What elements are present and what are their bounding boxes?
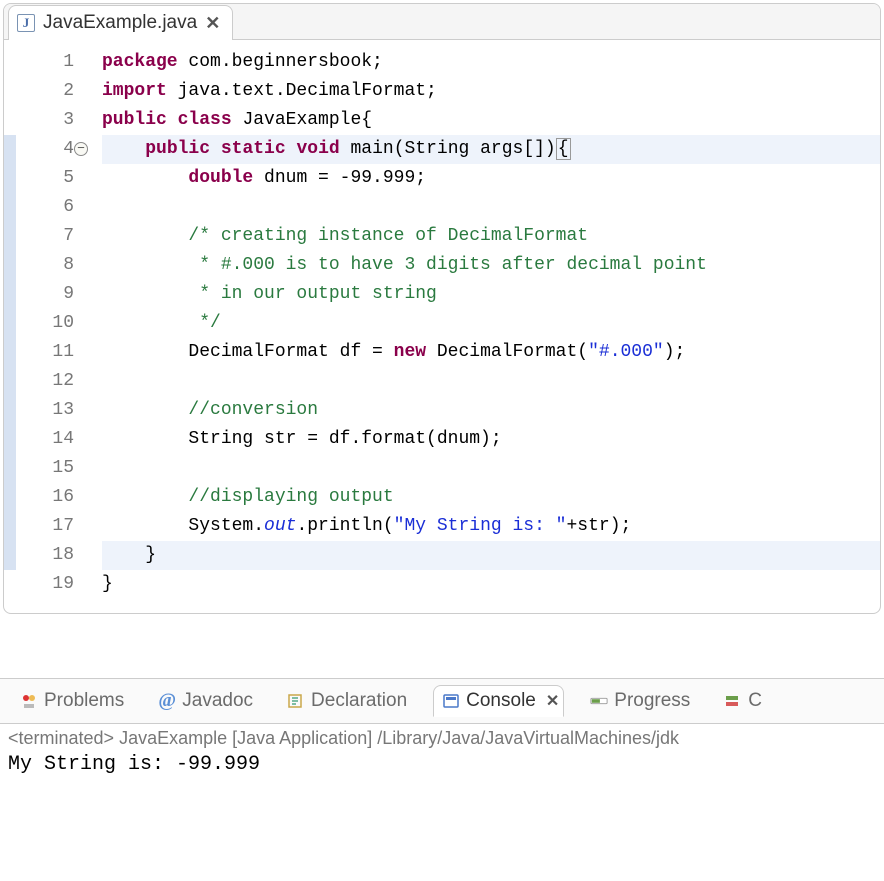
coverage-icon	[724, 692, 742, 710]
tab-progress[interactable]: Progress	[582, 686, 698, 716]
tab-coverage[interactable]: C	[716, 686, 770, 716]
line-number: 8	[16, 251, 74, 280]
code-line[interactable]: import java.text.DecimalFormat;	[102, 77, 880, 106]
fold-toggle-icon[interactable]: −	[74, 142, 88, 156]
line-number-gutter: 1 2 3 4− 5 6 7 8 9 10 11 12 13 14 15 16 …	[16, 48, 82, 599]
code-line[interactable]	[102, 193, 880, 222]
line-number: 14	[16, 425, 74, 454]
code-line[interactable]: public class JavaExample{	[102, 106, 880, 135]
console-icon	[442, 692, 460, 710]
line-number: 7	[16, 222, 74, 251]
editor-tab[interactable]: J JavaExample.java ✕	[8, 5, 233, 40]
line-number: 16	[16, 483, 74, 512]
line-number: 6	[16, 193, 74, 222]
line-number: 19	[16, 570, 74, 599]
code-line[interactable]: public static void main(String args[]){	[102, 135, 880, 164]
line-number: 10	[16, 309, 74, 338]
declaration-icon	[287, 692, 305, 710]
console-output: My String is: -99.999	[0, 751, 884, 778]
code-line[interactable]: DecimalFormat df = new DecimalFormat("#.…	[102, 338, 880, 367]
tab-console[interactable]: Console ✕	[433, 685, 564, 717]
code-line[interactable]: package com.beginnersbook;	[102, 48, 880, 77]
editor-tab-bar: J JavaExample.java ✕	[4, 4, 880, 40]
line-number: 2	[16, 77, 74, 106]
editor-pane: J JavaExample.java ✕ 1 2 3 4− 5 6 7 8 9 …	[3, 3, 881, 614]
marker-strip	[4, 48, 16, 599]
tab-filename: JavaExample.java	[43, 12, 197, 34]
code-line[interactable]	[102, 367, 880, 396]
line-number: 17	[16, 512, 74, 541]
code-line[interactable]: String str = df.format(dnum);	[102, 425, 880, 454]
code-line[interactable]: //conversion	[102, 396, 880, 425]
code-line[interactable]: */	[102, 309, 880, 338]
close-icon[interactable]: ✕	[546, 691, 559, 711]
code-line[interactable]: * #.000 is to have 3 digits after decima…	[102, 251, 880, 280]
line-number: 9	[16, 280, 74, 309]
line-number: 4−	[16, 135, 74, 164]
java-file-icon: J	[17, 14, 35, 32]
progress-icon	[590, 692, 608, 710]
line-number: 3	[16, 106, 74, 135]
line-number: 1	[16, 48, 74, 77]
tab-declaration[interactable]: Declaration	[279, 686, 415, 716]
tab-problems[interactable]: Problems	[12, 686, 132, 716]
code-area[interactable]: 1 2 3 4− 5 6 7 8 9 10 11 12 13 14 15 16 …	[4, 40, 880, 613]
line-number: 11	[16, 338, 74, 367]
code-line[interactable]: //displaying output	[102, 483, 880, 512]
view-tab-bar: Problems @ Javadoc Declaration Console ✕…	[0, 679, 884, 724]
console-status: <terminated> JavaExample [Java Applicati…	[0, 724, 884, 751]
code-line[interactable]: * in our output string	[102, 280, 880, 309]
line-number: 12	[16, 367, 74, 396]
javadoc-icon: @	[158, 692, 176, 710]
code-body[interactable]: package com.beginnersbook; import java.t…	[82, 48, 880, 599]
code-line[interactable]: }	[102, 570, 880, 599]
console-pane: Problems @ Javadoc Declaration Console ✕…	[0, 678, 884, 778]
line-number: 18	[16, 541, 74, 570]
code-line[interactable]: }	[102, 541, 880, 570]
line-number: 5	[16, 164, 74, 193]
line-number: 15	[16, 454, 74, 483]
problems-icon	[20, 692, 38, 710]
tab-javadoc[interactable]: @ Javadoc	[150, 686, 261, 716]
line-number: 13	[16, 396, 74, 425]
close-icon[interactable]: ✕	[205, 13, 220, 34]
code-line[interactable]: /* creating instance of DecimalFormat	[102, 222, 880, 251]
code-line[interactable]	[102, 454, 880, 483]
code-line[interactable]: System.out.println("My String is: "+str)…	[102, 512, 880, 541]
code-line[interactable]: double dnum = -99.999;	[102, 164, 880, 193]
